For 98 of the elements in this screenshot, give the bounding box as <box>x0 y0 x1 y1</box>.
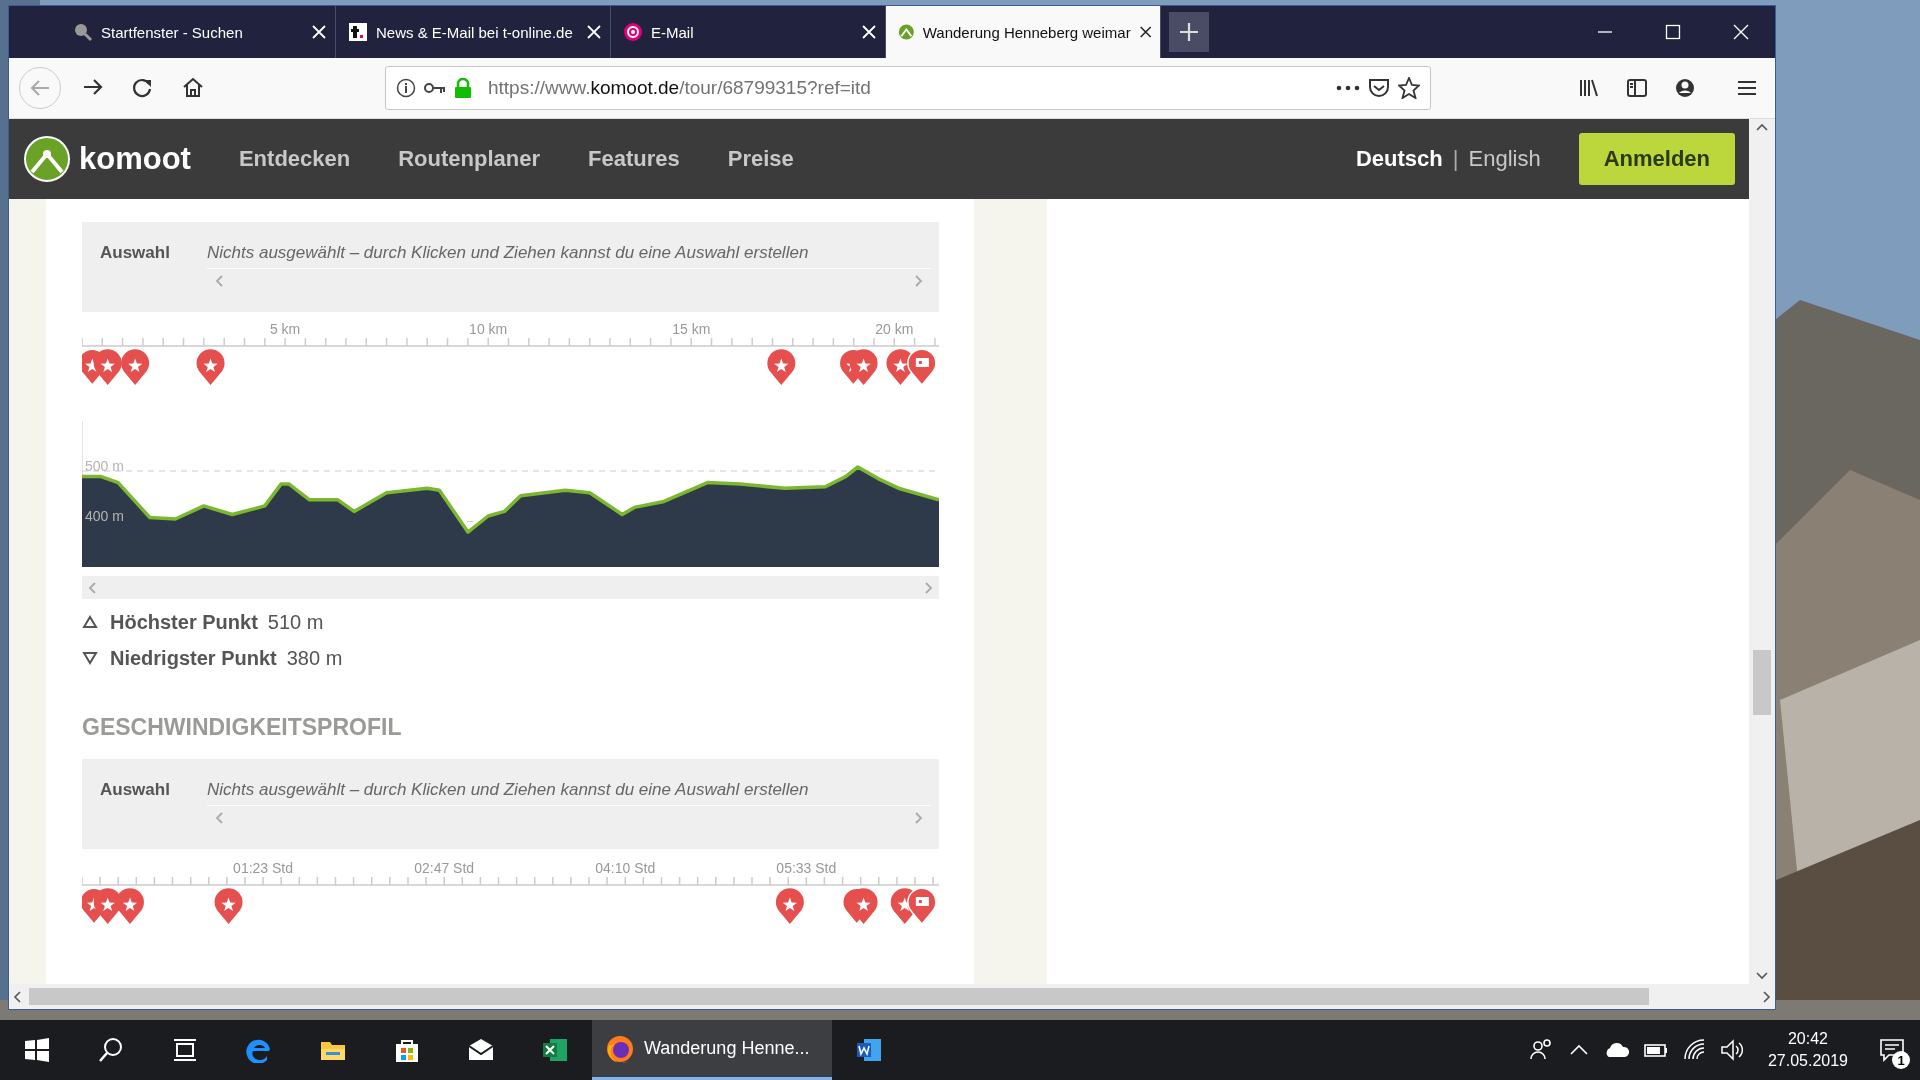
star-pin-icon[interactable] <box>767 349 796 385</box>
pin-group-icon[interactable] <box>886 348 937 386</box>
tab-title: News & E-Mail bei t-online.de <box>376 23 574 41</box>
x-axis-label: 5 km <box>269 321 301 337</box>
star-pin-icon[interactable] <box>214 888 243 924</box>
more-icon[interactable] <box>1336 85 1360 91</box>
nav-link[interactable]: Entdecken <box>238 146 351 172</box>
chevron-left-icon[interactable] <box>13 990 21 1003</box>
star-pin-icon[interactable] <box>775 888 804 924</box>
task-view-icon[interactable] <box>172 1037 198 1063</box>
mail-icon[interactable] <box>468 1037 494 1063</box>
chevron-up-icon[interactable] <box>1756 123 1768 131</box>
tab-title: E-Mail <box>651 23 695 41</box>
scrollbar[interactable] <box>1749 119 1775 984</box>
pin-group-icon[interactable] <box>82 887 122 925</box>
tab-title: Wanderung Henneberg weimar <box>922 23 1131 41</box>
pin-group-icon[interactable] <box>838 348 878 386</box>
x-axis-label: 20 km <box>875 321 914 337</box>
new-tab-button[interactable] <box>1169 12 1209 52</box>
address-field[interactable]: https://www.komoot.de/tour/68799315?ref=itd <box>385 66 1431 110</box>
pin-group-icon[interactable] <box>82 348 122 386</box>
x-axis-label: 15 km <box>672 321 711 337</box>
account-icon[interactable] <box>1674 77 1696 99</box>
login-button[interactable]: Anmelden <box>1578 133 1735 185</box>
close-icon[interactable] <box>1732 23 1750 41</box>
close-icon[interactable] <box>861 24 877 40</box>
info-icon <box>396 78 416 98</box>
chevron-down-icon[interactable] <box>1756 972 1768 980</box>
stat-value: 510 m <box>267 610 324 634</box>
stat-label: Höchster Punkt <box>110 610 258 634</box>
windows-icon[interactable] <box>24 1037 50 1063</box>
pin-group-icon[interactable] <box>842 887 878 925</box>
tab-title: Startfenster - Suchen <box>101 23 244 41</box>
store-icon[interactable] <box>394 1037 420 1063</box>
star-pin-icon[interactable] <box>116 888 144 924</box>
nav-link[interactable]: Preise <box>727 146 794 172</box>
notification-button[interactable]: 1 <box>1872 1030 1912 1070</box>
star-pin-icon[interactable] <box>121 349 150 385</box>
at-sign-icon <box>623 22 643 42</box>
window-title: Wanderung Henne... <box>644 1038 810 1059</box>
scrollbar[interactable] <box>9 984 1775 1009</box>
sidebar-icon[interactable] <box>1626 77 1648 99</box>
x-axis-label: 04:10 Std <box>595 860 656 876</box>
separator: | <box>1452 146 1459 172</box>
star-icon[interactable] <box>1398 77 1420 99</box>
magnifier-icon <box>73 22 93 42</box>
reload-icon <box>132 77 154 99</box>
logo-text[interactable]: komoot <box>79 141 191 177</box>
section-heading: GESCHWINDIGKEITSPROFIL <box>82 714 403 741</box>
scroll-thumb[interactable] <box>1753 650 1771 715</box>
y-axis-label: 500 m <box>85 457 124 474</box>
y-axis-label: 400 m <box>85 508 124 525</box>
browser-icon[interactable] <box>246 1037 272 1063</box>
search-icon[interactable] <box>98 1037 124 1063</box>
selection-hint: Nichts ausgewählt – durch Klicken und Ziehen kannst du eine Auswahl erstellen <box>207 241 931 269</box>
language-link[interactable]: Deutsch <box>1355 146 1443 172</box>
triangle-up-icon <box>82 615 98 629</box>
language-link[interactable]: English <box>1468 146 1541 172</box>
key-icon <box>424 81 446 95</box>
library-icon[interactable] <box>1578 77 1600 99</box>
scroll-thumb[interactable] <box>29 988 1649 1005</box>
arrow-left-icon <box>29 78 51 98</box>
home-icon <box>182 77 204 99</box>
plus-icon <box>1179 22 1199 42</box>
browser-tab[interactable]: Wanderung Henneberg weimar <box>886 6 1161 58</box>
clock-time: 20:42 <box>1787 1029 1828 1050</box>
close-icon[interactable] <box>586 24 602 40</box>
pin-group-icon[interactable] <box>890 887 937 925</box>
selection-hint: Nichts ausgewählt – durch Klicken und Ziehen kannst du eine Auswahl erstellen <box>207 778 931 806</box>
triangle-down-icon <box>82 651 98 665</box>
star-pin-icon[interactable] <box>196 349 225 385</box>
logo-icon[interactable] <box>23 135 71 183</box>
chevron-right-icon[interactable] <box>1763 990 1771 1003</box>
x-axis-label: 02:47 Std <box>414 860 475 876</box>
close-icon[interactable] <box>1138 24 1152 40</box>
pocket-icon[interactable] <box>1368 78 1390 98</box>
stat-label: Niedrigster Punkt <box>110 646 277 670</box>
notification-count: 1 <box>1892 1051 1910 1069</box>
nav-link[interactable]: Routenplaner <box>398 146 540 172</box>
url-text: https://www.komoot.de/tour/68799315?ref=itd <box>488 77 872 99</box>
x-axis-label: 01:23 Std <box>233 860 294 876</box>
clock[interactable]: 20:42 27.05.2019 <box>1757 1028 1858 1072</box>
document-icon[interactable] <box>856 1037 882 1063</box>
taskbar-window-button[interactable]: Wanderung Henne... <box>592 1020 832 1080</box>
volume-icon[interactable] <box>1719 1037 1744 1063</box>
mountain-icon <box>898 22 915 42</box>
selection-label: Auswahl <box>100 242 171 264</box>
selection-label: Auswahl <box>100 779 171 801</box>
nav-link[interactable]: Features <box>588 146 680 172</box>
x-axis-label: 10 km <box>469 321 508 337</box>
stat-value: 380 m <box>286 646 343 670</box>
maximize-icon[interactable] <box>1664 23 1682 41</box>
clock-date: 27.05.2019 <box>1767 1051 1848 1071</box>
spreadsheet-icon[interactable] <box>542 1037 568 1063</box>
x-axis-label: 05:33 Std <box>776 860 837 876</box>
close-icon[interactable] <box>311 24 327 40</box>
lock-icon <box>454 78 472 98</box>
favicon-icon <box>348 22 368 42</box>
